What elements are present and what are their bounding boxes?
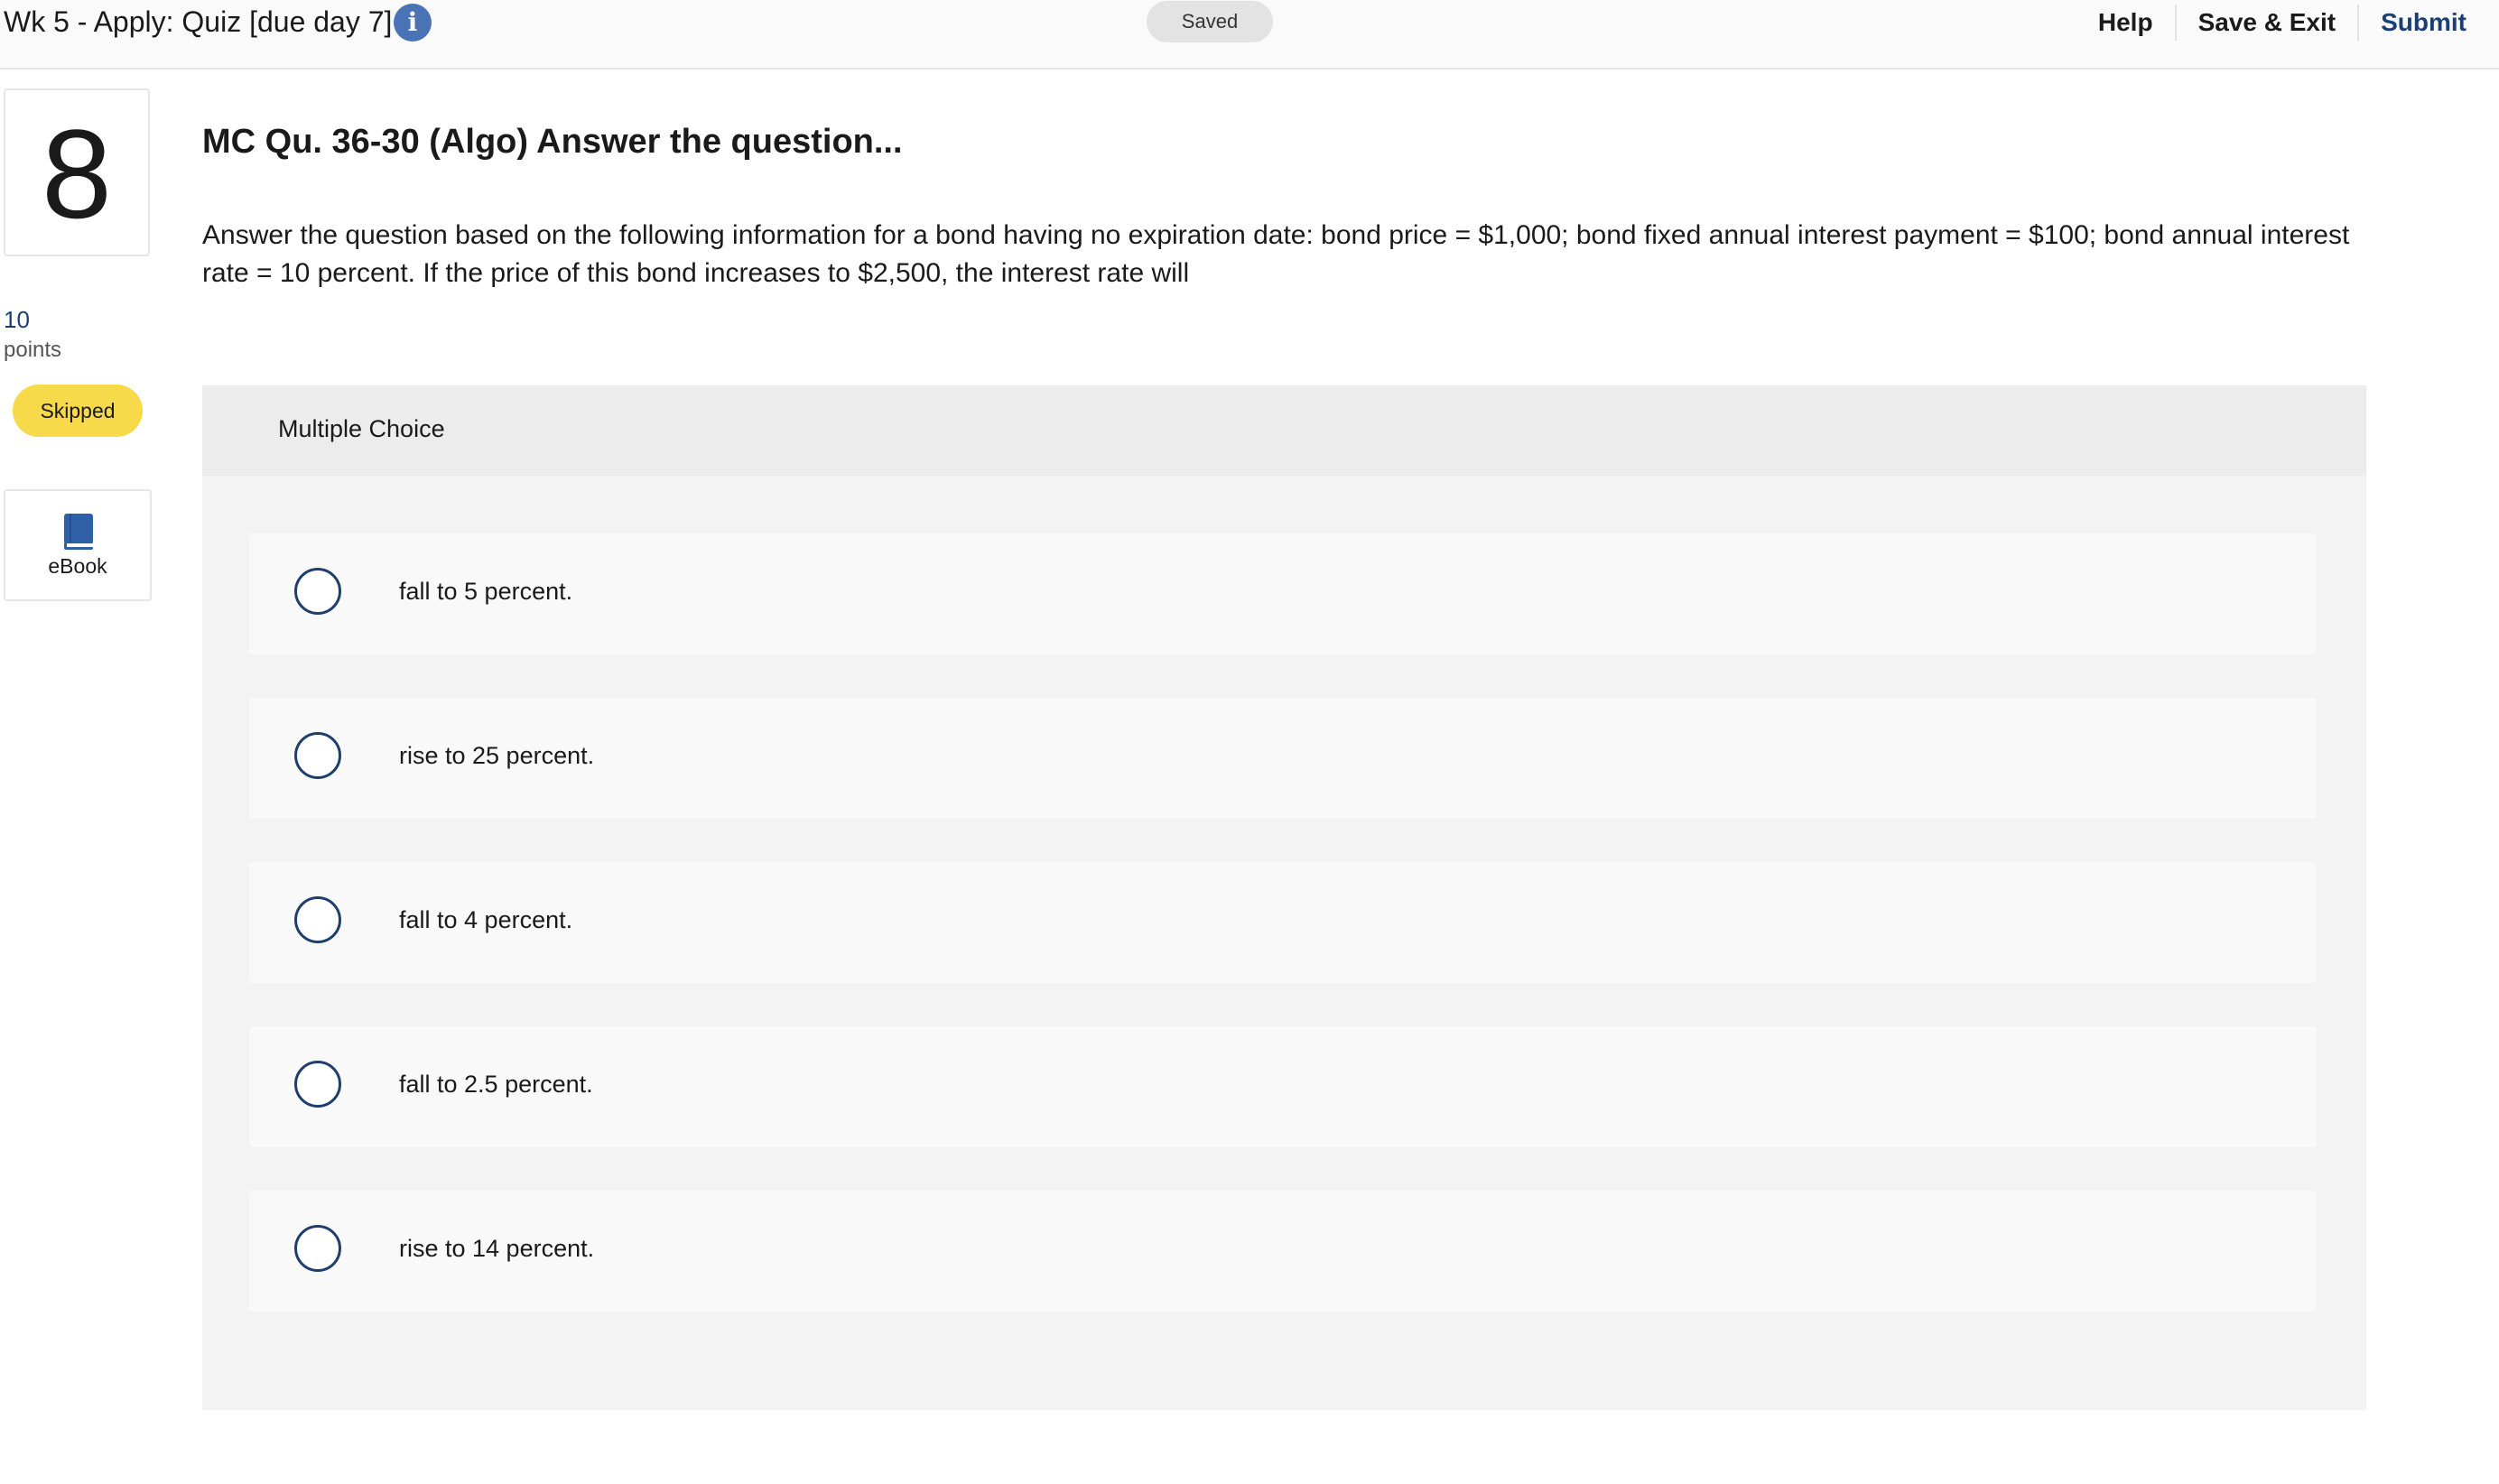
answer-option-5[interactable]: rise to 14 percent. <box>249 1191 2317 1312</box>
submit-link[interactable]: Submit <box>2359 4 2483 42</box>
quiz-title: Wk 5 - Apply: Quiz [due day 7] <box>4 5 393 38</box>
info-icon[interactable]: i <box>394 4 432 42</box>
answer-option-label: rise to 14 percent. <box>399 1235 595 1262</box>
question-text: Answer the question based on the followi… <box>202 220 2350 288</box>
save-exit-link[interactable]: Save & Exit <box>2177 4 2358 42</box>
answer-option-label: fall to 5 percent. <box>399 578 573 605</box>
answer-option-2[interactable]: rise to 25 percent. <box>249 698 2317 819</box>
ebook-label: eBook <box>48 554 107 578</box>
multiple-choice-panel: Multiple Choice fall to 5 percent. rise … <box>202 385 2366 1410</box>
points-value: 10 <box>4 306 30 333</box>
skipped-status-badge: Skipped <box>13 385 143 437</box>
header-actions: Help Save & Exit Submit <box>2076 4 2483 42</box>
help-link[interactable]: Help <box>2076 4 2175 42</box>
radio-button[interactable] <box>294 732 341 779</box>
radio-button[interactable] <box>294 1225 341 1272</box>
answer-option-1[interactable]: fall to 5 percent. <box>249 533 2317 654</box>
question-number: 8 <box>4 88 150 256</box>
radio-button[interactable] <box>294 896 341 943</box>
multiple-choice-label: Multiple Choice <box>278 415 445 442</box>
top-header: Wk 5 - Apply: Quiz [due day 7] i Saved H… <box>0 0 2499 70</box>
answer-option-label: fall to 2.5 percent. <box>399 1071 593 1098</box>
answer-option-label: rise to 25 percent. <box>399 742 595 769</box>
radio-button[interactable] <box>294 1061 341 1108</box>
question-title: MC Qu. 36-30 (Algo) Answer the question.… <box>202 123 903 161</box>
answer-option-label: fall to 4 percent. <box>399 906 573 933</box>
book-icon <box>64 514 93 550</box>
radio-button[interactable] <box>294 568 341 615</box>
answer-option-3[interactable]: fall to 4 percent. <box>249 862 2317 983</box>
points-label: points <box>4 338 62 362</box>
multiple-choice-header: Multiple Choice <box>202 385 2366 476</box>
answer-option-4[interactable]: fall to 2.5 percent. <box>249 1026 2317 1147</box>
saved-status-badge: Saved <box>1147 1 1273 42</box>
ebook-button[interactable]: eBook <box>4 489 152 601</box>
